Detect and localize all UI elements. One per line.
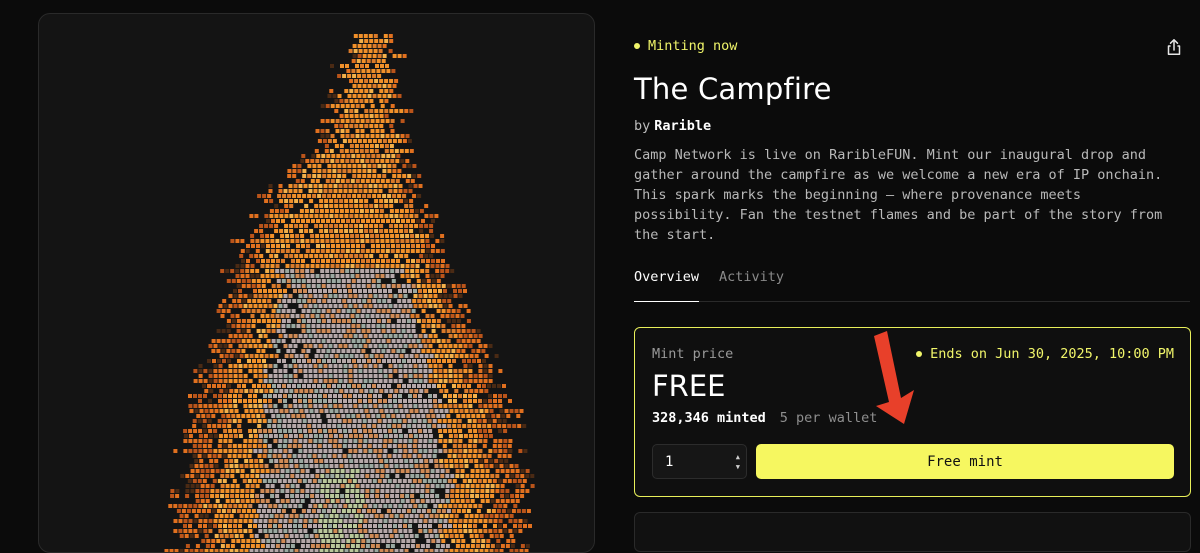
status-dot-icon (634, 43, 640, 49)
tab-activity[interactable]: Activity (719, 268, 784, 302)
creator-link[interactable]: Rarible (654, 118, 711, 134)
stepper-controls: ▲ ▼ (736, 453, 740, 471)
quantity-value[interactable]: 1 (665, 454, 673, 470)
mint-price-label: Mint price (652, 346, 734, 362)
details-card (634, 512, 1191, 552)
tab-overview[interactable]: Overview (634, 268, 700, 302)
collection-description: Camp Network is live on RaribleFUN. Mint… (634, 147, 1163, 243)
increment-icon[interactable]: ▲ (736, 453, 740, 461)
end-date-label: Ends on Jun 30, 2025, 10:00 PM (930, 346, 1174, 362)
artwork-card (38, 13, 595, 553)
quantity-stepper[interactable]: 1 ▲ ▼ (652, 444, 747, 479)
flame-artwork (164, 34, 535, 552)
free-mint-button[interactable]: Free mint (756, 444, 1174, 479)
by-prefix: by (634, 118, 651, 134)
creator-byline: by Rarible (634, 118, 711, 134)
mint-price-value: FREE (652, 369, 726, 403)
mint-end-date: Ends on Jun 30, 2025, 10:00 PM (916, 346, 1174, 362)
red-arrow-icon (874, 331, 914, 424)
tab-bar: Overview Activity (634, 268, 1190, 302)
minted-count: 328,346 minted (652, 410, 766, 426)
mint-counts: 328,346 minted 5 per wallet (652, 410, 877, 426)
page-title: The Campfire (634, 72, 832, 106)
status-label: Minting now (648, 38, 738, 54)
minting-status: Minting now (634, 38, 737, 54)
share-icon[interactable] (1164, 37, 1184, 57)
decrement-icon[interactable]: ▼ (736, 463, 740, 471)
